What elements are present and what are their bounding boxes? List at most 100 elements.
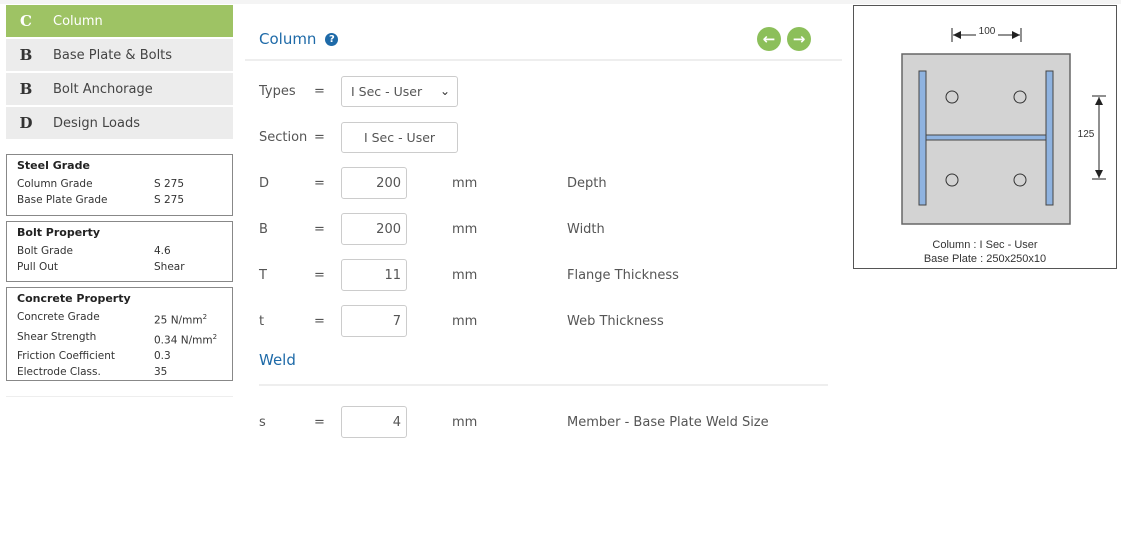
panel-title: Concrete Property — [17, 292, 131, 305]
arrowhead — [1095, 170, 1103, 178]
property-value: 4.6 — [154, 245, 171, 257]
field-label: Types — [259, 83, 296, 99]
superscript: 2 — [202, 313, 208, 321]
nav-item-bolt-anchorage[interactable]: B Bolt Anchorage — [6, 73, 233, 105]
section-title: Column ? — [259, 30, 339, 48]
top-strip — [0, 0, 1121, 4]
panel-title: Bolt Property — [17, 226, 101, 239]
arrowhead — [953, 31, 961, 39]
help-icon[interactable]: ? — [325, 32, 339, 46]
property-row: Column Grade S 275 — [17, 176, 222, 192]
property-row: Friction Coefficient 0.3 — [17, 348, 222, 364]
equals-sign: = — [314, 83, 325, 99]
unit-label: mm — [452, 175, 478, 191]
arrow-left-icon[interactable]: ← — [757, 27, 781, 51]
equals-sign: = — [314, 175, 325, 191]
section-title-text: Column — [259, 30, 317, 48]
vertical-dimension: 125 — [1078, 95, 1106, 180]
property-row: Base Plate Grade S 275 — [17, 192, 222, 208]
web-thickness-row: t = mm Web Thickness — [259, 305, 664, 337]
equals-sign: = — [314, 129, 325, 145]
arrowhead — [1012, 31, 1020, 39]
concrete-property-panel: Concrete Property Concrete Grade 25 N/mm… — [6, 287, 233, 381]
property-key: Bolt Grade — [17, 245, 74, 257]
field-symbol: T — [259, 267, 267, 283]
flange-thickness-input[interactable] — [341, 259, 407, 291]
nav-letter: C — [20, 12, 32, 30]
property-key: Column Grade — [17, 178, 93, 190]
nav-label: Column — [53, 13, 103, 29]
property-row: Shear Strength 0.34 N/mm2 — [17, 329, 222, 349]
nav-item-design-loads[interactable]: D Design Loads — [6, 107, 233, 139]
header-divider — [245, 59, 842, 61]
nav-letter: D — [19, 114, 33, 132]
weld-size-row: s = mm Member - Base Plate Weld Size — [259, 406, 769, 438]
property-key: Electrode Class. — [17, 366, 101, 378]
types-select[interactable]: I Sec - User ⌄ — [341, 75, 458, 107]
property-row: Concrete Grade 25 N/mm2 — [17, 309, 222, 329]
depth-input[interactable] — [341, 167, 407, 199]
dimension-label: 125 — [1078, 129, 1095, 140]
web-thickness-input[interactable] — [341, 305, 407, 337]
property-value: S 275 — [154, 178, 185, 190]
sidebar-divider — [6, 396, 233, 397]
property-row: Pull Out Shear — [17, 259, 222, 275]
field-symbol: B — [259, 221, 268, 237]
unit-label: mm — [452, 414, 478, 430]
unit-label: mm — [452, 221, 478, 237]
equals-sign: = — [314, 414, 325, 430]
nav-label: Base Plate & Bolts — [53, 47, 173, 63]
field-description: Web Thickness — [567, 313, 664, 329]
nav-label: Design Loads — [53, 115, 140, 131]
chevron-down-icon: ⌄ — [439, 83, 450, 98]
property-key: Concrete Grade — [17, 311, 100, 323]
field-description: Width — [567, 221, 605, 237]
field-symbol: D — [259, 175, 270, 191]
bolt-property-panel: Bolt Property Bolt Grade 4.6 Pull Out Sh… — [6, 221, 233, 282]
panel-title: Steel Grade — [17, 159, 90, 172]
diagram-caption-column: Column : I Sec - User — [932, 239, 1038, 251]
width-input[interactable] — [341, 213, 407, 245]
dimension-label: 100 — [979, 26, 996, 37]
unit-label: mm — [452, 267, 478, 283]
steel-grade-panel: Steel Grade Column Grade S 275 Base Plat… — [6, 154, 233, 216]
weld-size-input[interactable] — [341, 406, 407, 438]
width-row: B = mm Width — [259, 213, 605, 245]
section-field[interactable]: I Sec - User — [341, 121, 458, 153]
nav-item-column[interactable]: C Column — [6, 5, 233, 37]
superscript: 2 — [212, 332, 218, 341]
diagram-svg: 100 125 — [901, 26, 1106, 225]
property-value: 0.3 — [154, 350, 171, 362]
property-value: S 275 — [154, 194, 185, 206]
equals-sign: = — [314, 313, 325, 329]
property-key: Shear Strength — [17, 330, 97, 343]
depth-row: D = mm Depth — [259, 167, 607, 199]
field-description: Flange Thickness — [567, 267, 679, 283]
value-text: 0.34 N/mm — [154, 334, 213, 346]
field-symbol: t — [259, 313, 265, 329]
page-navigation: ← → — [757, 27, 811, 51]
equals-sign: = — [314, 221, 325, 237]
nav-item-base-plate-bolts[interactable]: B Base Plate & Bolts — [6, 39, 233, 71]
unit-label: mm — [452, 313, 478, 329]
field-description: Member - Base Plate Weld Size — [567, 414, 769, 430]
property-key: Base Plate Grade — [17, 194, 108, 206]
equals-sign: = — [314, 267, 325, 283]
nav-letter: B — [19, 80, 33, 98]
diagram-caption-plate: Base Plate : 250x250x10 — [923, 253, 1047, 265]
field-symbol: s — [259, 414, 266, 430]
nav-label: Bolt Anchorage — [53, 81, 153, 97]
property-key: Pull Out — [17, 261, 59, 273]
section-row: Section = I Sec - User — [259, 121, 458, 153]
property-row: Bolt Grade 4.6 — [17, 243, 222, 259]
field-description: Depth — [567, 175, 607, 191]
property-value: Shear — [154, 261, 185, 273]
weld-section-title: Weld — [259, 351, 296, 369]
arrow-right-icon[interactable]: → — [787, 27, 811, 51]
types-row: Types = I Sec - User ⌄ — [259, 75, 458, 107]
sidebar-nav: C Column B Base Plate & Bolts B Bolt Anc… — [6, 5, 233, 141]
property-value: 25 N/mm2 — [154, 309, 207, 329]
weld-divider — [259, 384, 828, 386]
property-key: Friction Coefficient — [17, 350, 116, 362]
value-text: 25 N/mm — [154, 314, 203, 327]
